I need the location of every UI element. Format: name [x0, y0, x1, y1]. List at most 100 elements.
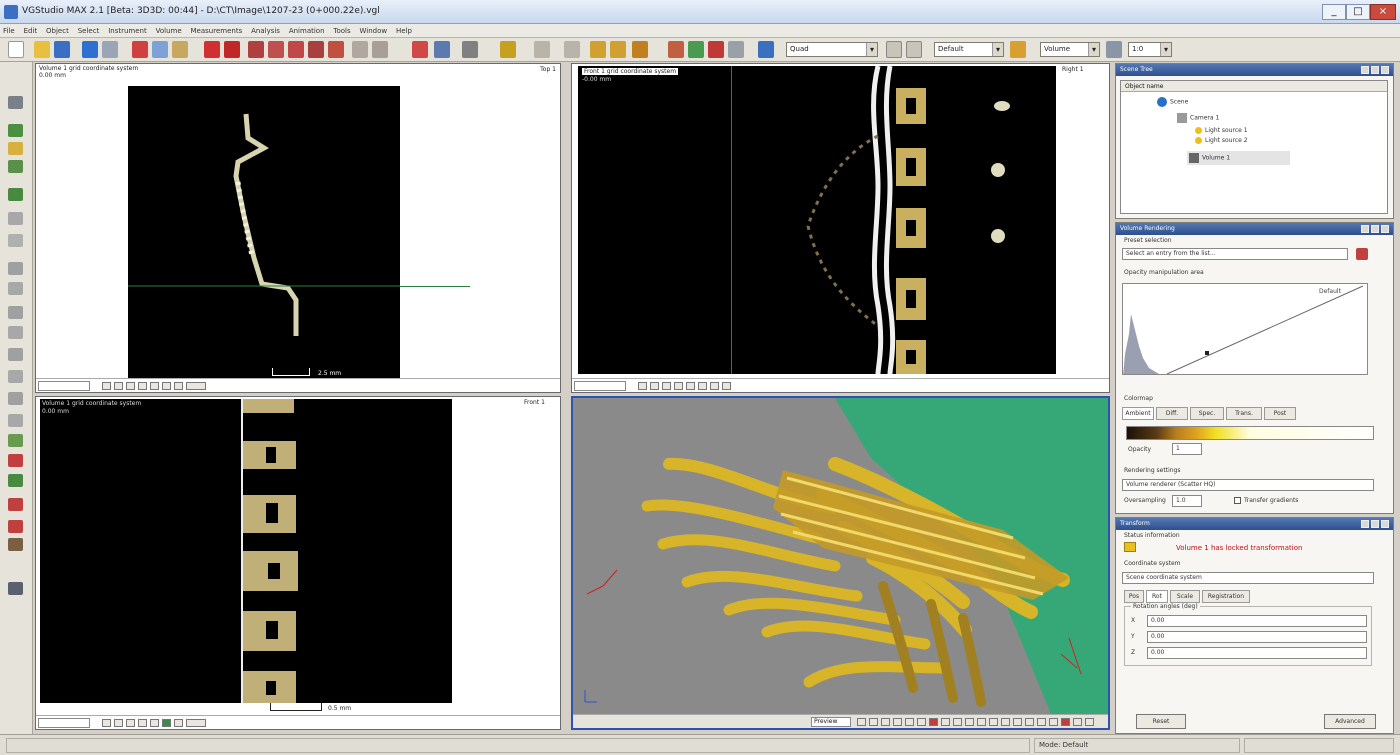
opacity-field[interactable]: 1 — [1172, 443, 1202, 455]
panel-max-icon[interactable] — [1371, 66, 1379, 74]
roi-icon[interactable] — [8, 262, 23, 275]
panel-close-icon[interactable] — [1381, 66, 1389, 74]
rotation-z-field[interactable]: 0.00 — [1147, 647, 1367, 659]
footer-icon-8[interactable] — [941, 718, 950, 726]
footer-icon-3[interactable] — [881, 718, 890, 726]
footer-icon-2[interactable] — [650, 382, 659, 390]
viewport-mode-select[interactable] — [38, 381, 90, 391]
slice-image[interactable]: Volume 1 grid coordinate system 0.00 mm — [40, 399, 452, 703]
pen-icon[interactable] — [1010, 41, 1026, 58]
footer-icon-3[interactable] — [126, 382, 135, 390]
render-quality-select[interactable]: Preview — [811, 717, 851, 727]
coordinate-select[interactable]: Scene coordinate system — [1122, 572, 1374, 584]
slice-icon[interactable] — [534, 41, 550, 58]
viewport-top-right[interactable]: Front 1 grid coordinate system -0.00 mm — [571, 63, 1110, 393]
redo-icon[interactable] — [102, 41, 118, 58]
close-button[interactable]: × — [1370, 4, 1396, 20]
footer-icon-6[interactable] — [917, 718, 926, 726]
slice-image[interactable]: Front 1 grid coordinate system -0.00 mm — [578, 66, 1056, 374]
footer-icon-17[interactable] — [1049, 718, 1058, 726]
advanced-button[interactable]: Advanced — [1324, 714, 1376, 729]
colormap-bar[interactable] — [1126, 426, 1374, 440]
panel-max-icon[interactable] — [1371, 225, 1379, 233]
knife-icon[interactable] — [8, 498, 23, 511]
cut-icon[interactable] — [132, 41, 148, 58]
caliper-icon[interactable] — [434, 41, 450, 58]
zoom-select[interactable]: 1:0 — [1128, 42, 1172, 57]
pick-icon[interactable] — [8, 96, 23, 109]
footer-icon-7[interactable] — [174, 719, 183, 727]
footer-icon-6[interactable] — [162, 382, 171, 390]
marker-icon[interactable] — [8, 520, 23, 533]
footer-icon-5[interactable] — [905, 718, 914, 726]
view-select[interactable]: Default — [934, 42, 1004, 57]
menu-object[interactable]: Object — [43, 24, 72, 38]
volume-select[interactable]: Volume — [1040, 42, 1100, 57]
link-icon[interactable] — [728, 41, 744, 58]
minimize-button[interactable]: _ — [1322, 4, 1346, 20]
render-icon[interactable] — [668, 41, 684, 58]
undo-icon[interactable] — [82, 41, 98, 58]
footer-icon-2[interactable] — [114, 719, 123, 727]
viewport-mode-select[interactable] — [38, 718, 90, 728]
footer-icon-2[interactable] — [114, 382, 123, 390]
viewport-3d[interactable]: Preview — [571, 396, 1110, 730]
roi-8-icon[interactable] — [8, 414, 23, 427]
roi-6-icon[interactable] — [8, 370, 23, 383]
paint-icon[interactable] — [8, 188, 23, 201]
save-icon[interactable] — [54, 41, 70, 58]
menu-tools[interactable]: Tools — [330, 24, 353, 38]
menu-window[interactable]: Window — [357, 24, 391, 38]
footer-icon-10[interactable] — [965, 718, 974, 726]
footer-icon-5[interactable] — [150, 382, 159, 390]
footer-icon-8[interactable] — [186, 719, 206, 727]
grid-icon[interactable] — [352, 41, 368, 58]
grid-tool-icon[interactable] — [8, 212, 23, 225]
menu-volume[interactable]: Volume — [153, 24, 185, 38]
tree-icon[interactable] — [8, 160, 23, 173]
roi-7-icon[interactable] — [8, 392, 23, 405]
footer-icon-5[interactable] — [150, 719, 159, 727]
menu-file[interactable]: File — [0, 24, 18, 38]
footer-icon-16[interactable] — [1037, 718, 1046, 726]
rotation-y-field[interactable]: 0.00 — [1147, 631, 1367, 643]
viewport-top-left[interactable]: Volume 1 grid coordinate system 0.00 mm … — [35, 63, 561, 393]
viewport-bottom-left[interactable]: Volume 1 grid coordinate system 0.00 mm … — [35, 396, 561, 730]
preset-save-icon[interactable] — [1356, 248, 1368, 260]
grid-2-icon[interactable] — [372, 41, 388, 58]
select-tool-5-icon[interactable] — [328, 41, 344, 58]
menu-animation[interactable]: Animation — [286, 24, 328, 38]
footer-icon-18[interactable] — [1061, 718, 1070, 726]
footer-icon-7[interactable] — [929, 718, 938, 726]
heart-icon[interactable] — [708, 41, 724, 58]
object-icon[interactable] — [632, 41, 648, 58]
pointer-icon[interactable] — [462, 41, 478, 58]
panel-float-icon[interactable] — [1361, 520, 1369, 528]
maximize-button[interactable]: □ — [1346, 4, 1370, 20]
roi-3-icon[interactable] — [8, 306, 23, 319]
chart-icon[interactable] — [758, 41, 774, 58]
tab-pos[interactable]: Pos — [1124, 590, 1144, 603]
target-icon[interactable] — [610, 41, 626, 58]
roi-9-icon[interactable] — [8, 434, 23, 447]
pencil-icon[interactable] — [8, 124, 23, 137]
panel-float-icon[interactable] — [1361, 225, 1369, 233]
select-tool-icon[interactable] — [248, 41, 264, 58]
reset-button[interactable]: Reset — [1136, 714, 1186, 729]
viewport-mode-select[interactable] — [574, 381, 626, 391]
footer-icon-7[interactable] — [174, 382, 183, 390]
oversampling-field[interactable]: 1.0 — [1172, 495, 1202, 507]
panel-close-icon[interactable] — [1381, 225, 1389, 233]
tree-item-volume[interactable]: Volume 1 — [1187, 151, 1291, 165]
footer-icon-6[interactable] — [162, 719, 171, 727]
footer-icon-8[interactable] — [722, 382, 731, 390]
opacity-histogram[interactable]: Default — [1122, 283, 1368, 375]
layout-2-icon[interactable] — [906, 41, 922, 58]
tab-diffuse[interactable]: Diff. — [1156, 407, 1188, 420]
menu-edit[interactable]: Edit — [21, 24, 41, 38]
footer-icon-2[interactable] — [869, 718, 878, 726]
new-file-icon[interactable] — [8, 41, 24, 58]
tree-item-scene[interactable]: Scene — [1157, 97, 1188, 107]
footer-icon-4[interactable] — [674, 382, 683, 390]
footer-icon-13[interactable] — [1001, 718, 1010, 726]
